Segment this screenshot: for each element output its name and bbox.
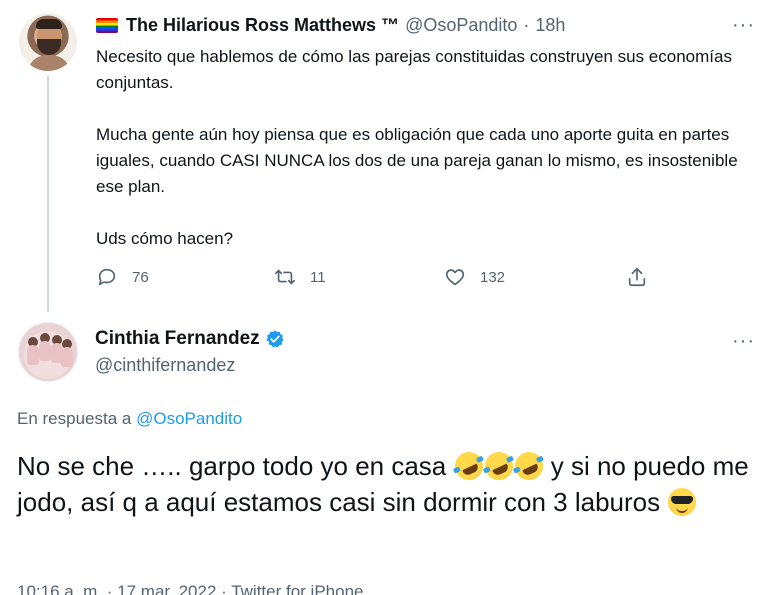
verified-badge-icon [266, 330, 284, 348]
retweet-button[interactable]: 11 [274, 266, 326, 288]
author-name[interactable]: Cinthia Fernandez [95, 328, 260, 350]
more-options-icon[interactable]: ··· [732, 14, 755, 37]
replying-to-mention[interactable]: @OsoPandito [136, 409, 242, 428]
replying-to-label: En respuesta a [17, 409, 132, 428]
retweet-count: 11 [310, 268, 326, 286]
avatar-body-shape [27, 55, 71, 71]
tweet-paragraph: Mucha gente aún hoy piensa que es obliga… [96, 125, 738, 196]
tweet-text: Necesito que hablemos de cómo las pareja… [96, 44, 746, 252]
avatar-person-shape [39, 341, 51, 361]
tweet-header: The Hilarious Ross Matthews ™ @OsoPandit… [96, 14, 565, 36]
thread-line [47, 76, 49, 312]
author-handle[interactable]: @cinthifernandez [95, 355, 235, 376]
avatar[interactable] [18, 322, 78, 382]
tweet-text-part: No se che ….. garpo todo yo en casa [17, 451, 447, 481]
original-tweet[interactable]: The Hilarious Ross Matthews ™ @OsoPandit… [0, 0, 767, 312]
rofl-emoji-icon [509, 447, 548, 485]
replying-to: En respuesta a @OsoPandito [17, 409, 242, 429]
reply-tweet[interactable]: Cinthia Fernandez @cinthifernandez ··· E… [0, 310, 767, 595]
like-button[interactable]: 132 [444, 266, 505, 288]
author-name-row: Cinthia Fernandez [95, 328, 285, 350]
tweet-paragraph: Uds cómo hacen? [96, 229, 234, 248]
retweet-icon [275, 269, 295, 285]
separator-dot: · [523, 14, 530, 35]
avatar-person-shape [61, 347, 73, 367]
reply-icon [98, 268, 116, 286]
author-name[interactable]: The Hilarious Ross Matthews ™ [126, 15, 399, 36]
share-icon [628, 267, 646, 287]
rofl-emoji-icon [479, 447, 518, 485]
rofl-emoji-icon [449, 447, 488, 485]
like-count: 132 [480, 268, 506, 286]
more-options-icon[interactable]: ··· [732, 330, 755, 353]
avatar-beard-shape [37, 39, 61, 55]
avatar-hair-shape [36, 19, 62, 29]
avatar-person-shape [27, 345, 39, 365]
author-handle[interactable]: @OsoPandito [405, 15, 517, 36]
tweet-actions: 76 11 132 [96, 266, 656, 294]
tweet-text: No se che ….. garpo todo yo en casa y si… [17, 447, 752, 520]
rainbow-flag-icon [96, 17, 118, 33]
heart-icon [445, 269, 465, 286]
avatar[interactable] [19, 13, 77, 71]
sunglasses-emoji-icon [668, 488, 697, 516]
tweet-metadata[interactable]: 10:16 a. m. · 17 mar. 2022 · Twitter for… [17, 582, 363, 595]
reply-button[interactable]: 76 [96, 266, 149, 288]
reply-count: 76 [132, 268, 149, 286]
tweet-time[interactable]: 18h [535, 15, 565, 36]
share-button[interactable] [626, 266, 662, 288]
tweet-paragraph: Necesito que hablemos de cómo las pareja… [96, 47, 732, 92]
